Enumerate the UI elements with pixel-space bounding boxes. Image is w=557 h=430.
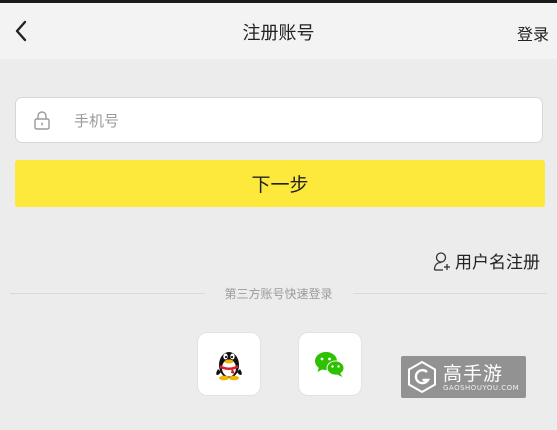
username-register-label: 用户名注册 [455,253,540,273]
user-add-icon [433,251,450,271]
login-link[interactable]: 登录 [517,21,549,45]
wechat-icon [315,352,345,377]
next-step-label: 下一步 [251,174,309,196]
phone-field[interactable] [15,97,543,143]
third-party-divider: 第三方账号快速登录 [10,285,548,301]
next-step-button[interactable]: 下一步 [15,160,545,207]
phone-input[interactable] [72,106,516,136]
qq-penguin-icon [216,352,242,381]
nav-header: 注册账号 登录 [0,3,557,59]
watermark: 高手游 GAOSHOUYOU.COM [401,356,526,398]
watermark-subtitle: GAOSHOUYOU.COM [443,384,520,392]
wechat-login-button[interactable] [298,332,362,396]
lock-icon [34,111,50,130]
username-register-link[interactable]: 用户名注册 [433,248,540,273]
divider-line [10,292,205,294]
gaoshouyou-logo-icon [408,360,436,394]
divider-line [352,292,548,294]
qq-login-button[interactable] [197,332,261,396]
third-party-label: 第三方账号快速登录 [224,286,333,301]
watermark-title: 高手游 [443,363,504,385]
page-title: 注册账号 [242,23,315,44]
